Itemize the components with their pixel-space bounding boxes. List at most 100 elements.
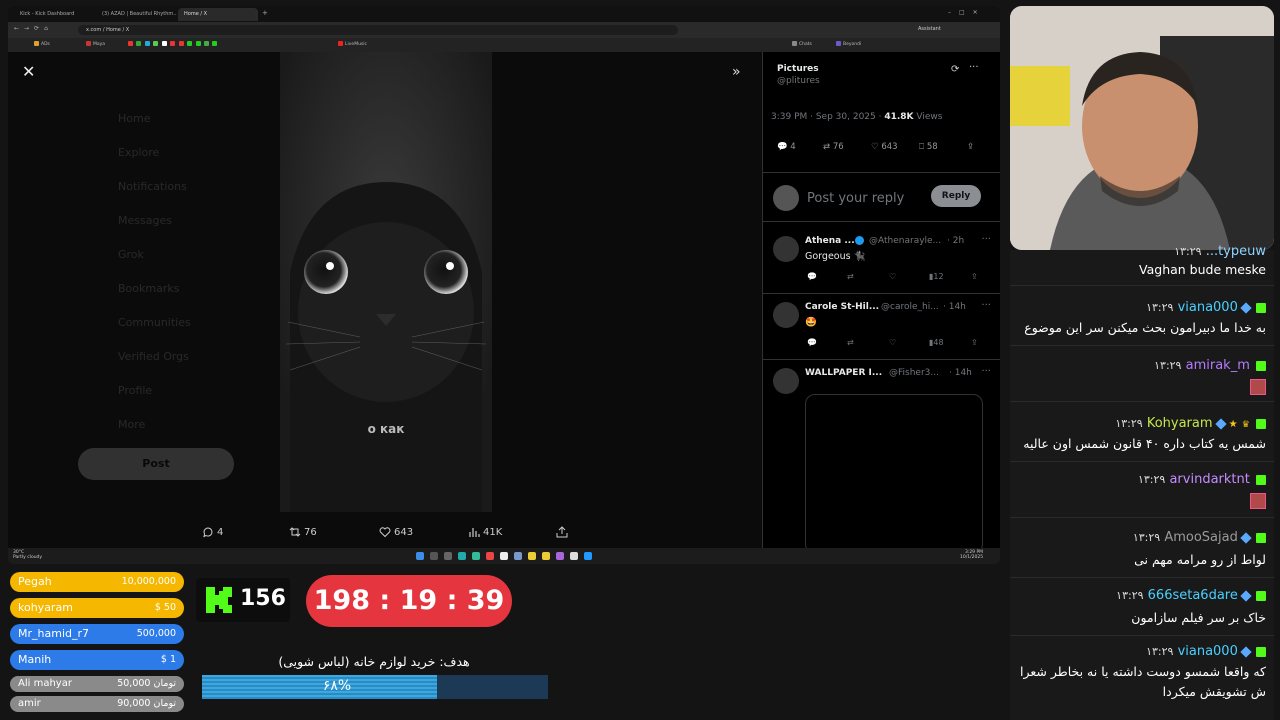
avatar[interactable] [773, 236, 799, 262]
chat-username[interactable]: viana000 [1178, 644, 1238, 659]
weather-widget[interactable]: 30°C Partly cloudy [13, 550, 42, 560]
reply-item[interactable]: WALLPAPER I... @Fisher3... · 14h ··· [763, 360, 1000, 554]
share-icon[interactable]: ⇪ [971, 338, 978, 347]
reply-item[interactable]: Carole St-Hil... @carole_hi... · 14h ···… [763, 294, 1000, 360]
start-icon[interactable] [416, 552, 424, 560]
chat-text: Vaghan bude meske [1139, 262, 1266, 277]
share-icon[interactable]: ⇪ [967, 142, 974, 152]
edge-icon[interactable] [458, 552, 466, 560]
avatar[interactable] [773, 302, 799, 328]
folder-icon[interactable] [528, 552, 536, 560]
app-icon[interactable] [556, 552, 564, 560]
reply-handle[interactable]: @Athenarayle... [869, 236, 941, 246]
views-action[interactable]: 41K [468, 526, 502, 538]
app-icon[interactable] [584, 552, 592, 560]
reply-handle[interactable]: @Fisher3... [889, 368, 939, 378]
bookmark-icon[interactable] [170, 41, 176, 46]
bookmark-icon[interactable] [161, 41, 167, 46]
chrome-icon[interactable] [472, 552, 480, 560]
bookmark-icon[interactable] [212, 41, 218, 46]
reply-button[interactable]: Reply [931, 185, 981, 207]
tab-youtube[interactable]: (3) AZAD | Beautiful Rhythm... [96, 8, 176, 21]
tweet-image[interactable] [280, 52, 492, 512]
more-icon[interactable]: ··· [981, 234, 991, 245]
chat-username[interactable]: arvindarktnt [1169, 472, 1249, 487]
chat-username[interactable]: Kohyaram [1147, 416, 1213, 431]
bookmark-icon[interactable] [136, 41, 142, 46]
like-action[interactable]: 643 [379, 526, 413, 538]
close-icon[interactable]: ✕ [22, 64, 38, 80]
taskview-icon[interactable] [444, 552, 452, 560]
app-icon[interactable] [500, 552, 508, 560]
comment-icon[interactable]: 💬 [807, 338, 817, 347]
reposts-stat[interactable]: ⇄ 76 [823, 142, 844, 152]
reply-media[interactable] [805, 394, 983, 554]
bookmark-maya[interactable]: Maya [86, 41, 105, 47]
comment-icon[interactable]: 💬 [807, 272, 817, 281]
bookmark-icon[interactable] [178, 41, 184, 46]
new-tab-button[interactable]: + [262, 9, 268, 17]
grok-icon[interactable]: ⟳ [951, 64, 959, 75]
reply-author[interactable]: Carole St-Hil... [805, 302, 879, 312]
bookmark-icon[interactable] [153, 41, 159, 46]
more-icon[interactable]: ··· [981, 300, 991, 311]
bookmarks-stat[interactable]: ⎕ 58 [919, 142, 938, 152]
chat-header: ۱۳:۲۹ viana000 [1146, 644, 1266, 659]
more-icon[interactable]: ··· [981, 366, 991, 377]
heart-icon[interactable]: ♡ [889, 272, 896, 281]
heart-icon[interactable]: ♡ [889, 338, 896, 347]
nav-buttons[interactable]: ←→⟳⌂ [14, 25, 53, 32]
bookmark-beyondi[interactable]: Beyondi [836, 41, 861, 47]
repost-icon[interactable]: ⇄ [847, 272, 854, 281]
tab-kick[interactable]: Kick - Kick Dashboard [14, 8, 94, 21]
kick-badge-icon [1256, 532, 1266, 543]
bookmark-livemusic[interactable]: LiveMusic [338, 41, 367, 47]
share-action[interactable] [556, 526, 571, 538]
avatar[interactable] [773, 368, 799, 394]
reply-item[interactable]: Athena ... @Athenarayle... · 2h ··· Gorg… [763, 228, 1000, 294]
bookmarks-bar: ADs Maya LiveMusic Chats Beyondi [8, 38, 1000, 52]
app-icon[interactable] [486, 552, 494, 560]
bookmark-icon[interactable] [195, 41, 201, 46]
nav-communities: Communities [118, 316, 191, 329]
chat-username[interactable]: AmooSajad [1164, 530, 1238, 545]
collapse-sidebar-icon[interactable]: » [732, 64, 741, 80]
bookmark-chats[interactable]: Chats [792, 41, 812, 47]
url-field[interactable]: x.com / Home / X [78, 25, 678, 35]
source-name[interactable]: Pictures [777, 64, 819, 74]
views-chart-icon[interactable]: ▮ 48 [929, 338, 944, 347]
tab-x-home[interactable]: Home / X [178, 8, 258, 21]
app-icon[interactable] [570, 552, 578, 560]
likes-stat[interactable]: ♡ 643 [871, 142, 898, 152]
assistant-button[interactable]: Assistant [918, 26, 941, 32]
chat-username[interactable]: viana000 [1178, 300, 1238, 315]
repost-action[interactable]: 76 [289, 526, 317, 538]
chat-username[interactable]: ...typeuw [1206, 244, 1266, 259]
source-handle[interactable]: @plitures [777, 76, 820, 86]
more-icon[interactable]: ··· [969, 62, 979, 73]
reply-input[interactable]: Post your reply [807, 191, 904, 206]
bookmark-icon[interactable] [128, 41, 133, 46]
reply-author[interactable]: WALLPAPER I... [805, 368, 882, 378]
chat-username[interactable]: 666seta6dare [1148, 588, 1238, 603]
bookmark-icon[interactable] [203, 41, 209, 46]
app-icon[interactable] [514, 552, 522, 560]
taskbar-clock[interactable]: 3:29 PM 10/1/2025 [960, 550, 983, 560]
repost-icon[interactable]: ⇄ [847, 338, 854, 347]
reply-author[interactable]: Athena ... [805, 236, 855, 246]
source-avatar[interactable] [769, 66, 773, 70]
views-chart-icon[interactable]: ▮ 12 [929, 272, 944, 281]
chat-username[interactable]: amirak_m [1186, 358, 1250, 373]
bookmark-icon[interactable] [144, 41, 150, 46]
share-icon[interactable]: ⇪ [971, 272, 978, 281]
chat-panel: ۱۳:۲۹ ...typeuw Vaghan bude meske ۱۳:۲۹ … [1010, 244, 1274, 720]
reply-handle[interactable]: @carole_hi... [881, 302, 939, 312]
bookmark-icon[interactable] [187, 41, 193, 46]
reply-action[interactable]: 4 [202, 526, 223, 538]
replies-stat[interactable]: 💬 4 [777, 142, 796, 152]
window-controls[interactable]: –□✕ [948, 9, 986, 16]
bookmark-ads[interactable]: ADs [34, 41, 50, 47]
app-icon[interactable] [542, 552, 550, 560]
reply-actions: 💬 ⇄ ♡ ▮ 48 ⇪ [805, 338, 985, 350]
search-icon[interactable] [430, 552, 438, 560]
